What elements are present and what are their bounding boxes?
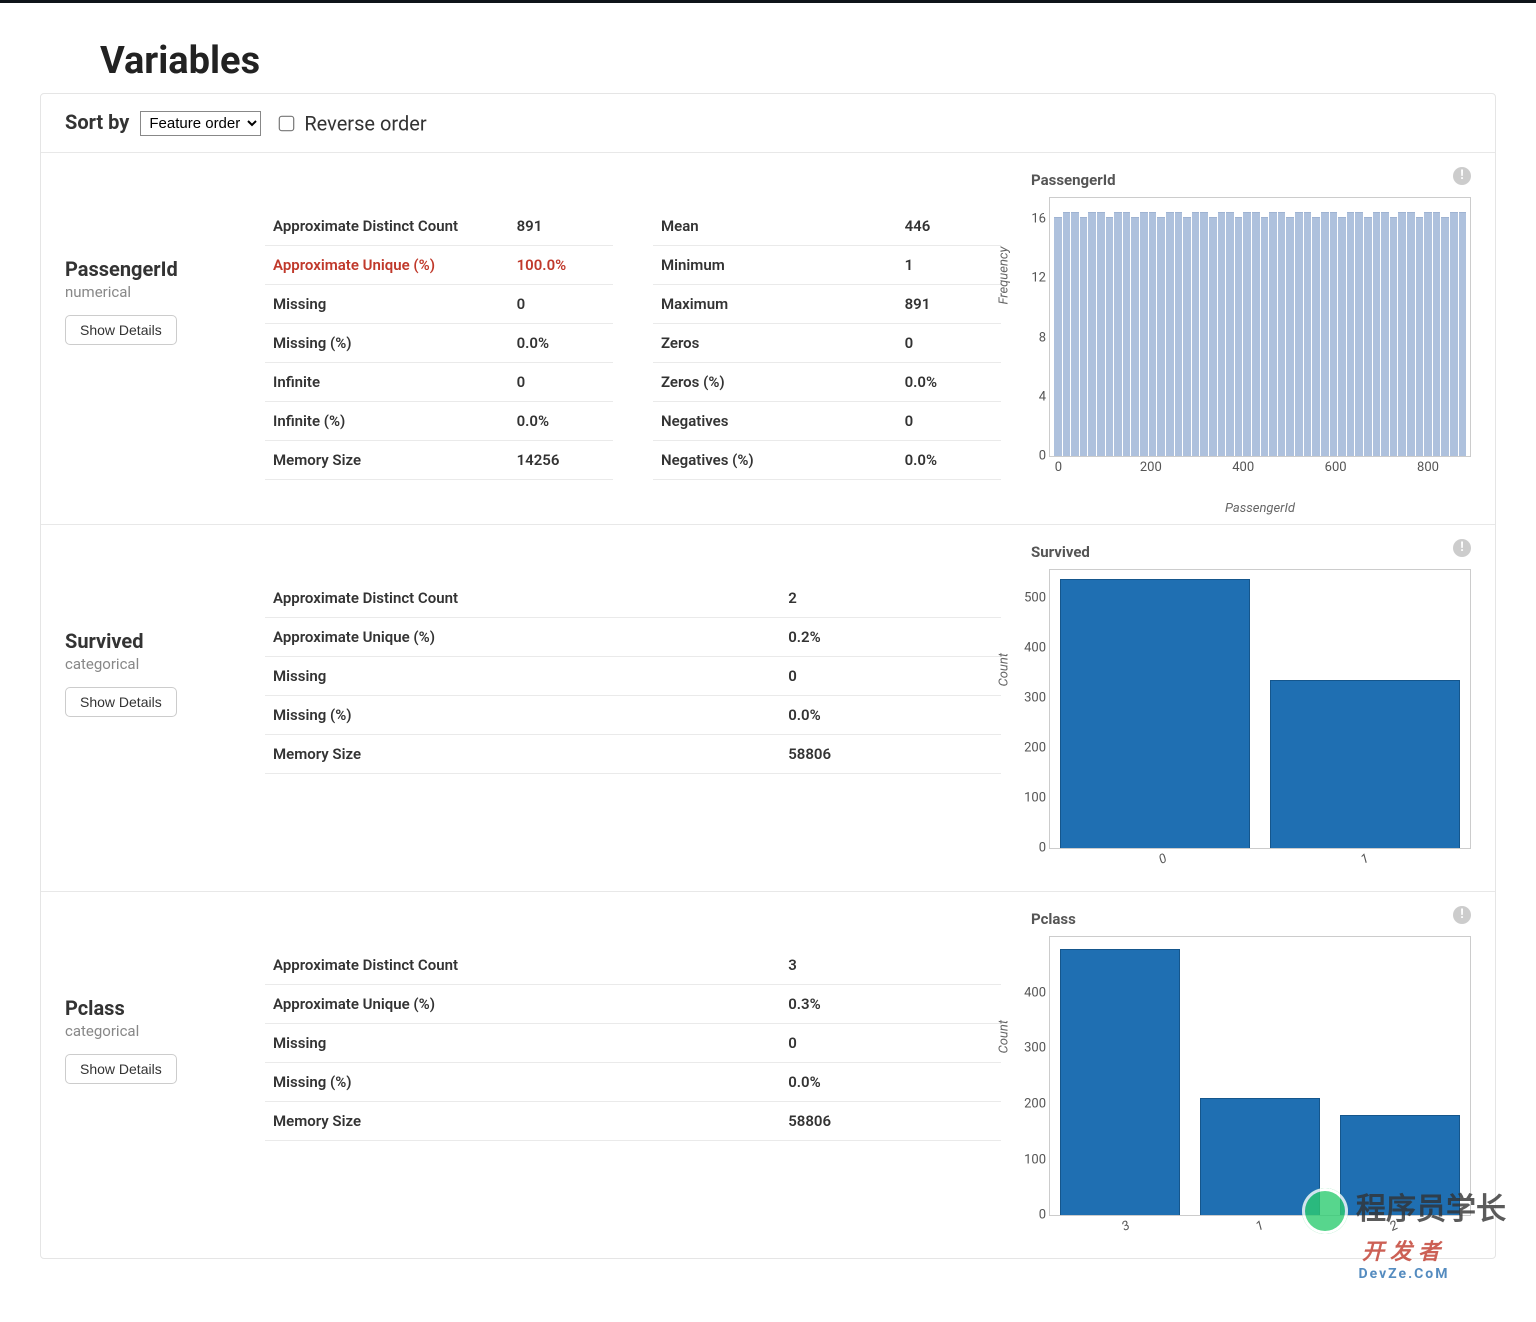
stat-row: Zeros0	[653, 324, 1001, 363]
reverse-order-label: Reverse order	[304, 112, 426, 136]
stat-row: Minimum1	[653, 246, 1001, 285]
variables-report: Sort by Feature order Reverse order Pass…	[40, 93, 1496, 1259]
stats-table: Approximate Distinct Count3 Approximate …	[265, 946, 1001, 1141]
variable-name: PassengerId	[65, 257, 265, 281]
stat-row: Negatives (%)0.0%	[653, 441, 1001, 480]
stat-row: Memory Size58806	[265, 1102, 1001, 1141]
y-ticks: 0 100 200 300 400 500	[1014, 570, 1046, 848]
stat-row: Memory Size14256	[265, 441, 613, 480]
stat-row: Missing0	[265, 1024, 1001, 1063]
variable-type: numerical	[65, 283, 265, 301]
stats-table-left: Approximate Distinct Count891 Approximat…	[265, 207, 613, 480]
stat-row: Approximate Unique (%)0.2%	[265, 618, 1001, 657]
histogram-bars	[1054, 204, 1466, 456]
y-axis-label: Count	[997, 653, 1012, 686]
stat-row: Missing0	[265, 657, 1001, 696]
bar-chart-bars	[1060, 576, 1460, 848]
stats-table: Approximate Distinct Count2 Approximate …	[265, 579, 1001, 774]
stat-row: Missing0	[265, 285, 613, 324]
chart-title-text: Survived	[1031, 543, 1090, 561]
chart-title-text: Pclass	[1031, 910, 1076, 928]
chart-survived: Survived ! Count 0 100 200 300 400 500	[1001, 539, 1471, 883]
stat-row: Approximate Distinct Count2	[265, 579, 1001, 618]
variable-name: Survived	[65, 629, 265, 653]
chart-passengerid: PassengerId ! Frequency 0 4 8 12 16 0	[1001, 167, 1471, 516]
stat-row: Missing (%)0.0%	[265, 324, 613, 363]
show-details-button[interactable]: Show Details	[65, 687, 177, 717]
sortby-select[interactable]: Feature order	[140, 111, 261, 136]
y-ticks: 0 4 8 12 16	[1014, 198, 1046, 456]
page-title: Variables	[100, 39, 1496, 83]
stat-row: Maximum891	[653, 285, 1001, 324]
sortby-label: Sort by	[65, 110, 129, 134]
info-icon[interactable]: !	[1453, 539, 1471, 557]
stat-row: Negatives0	[653, 402, 1001, 441]
info-icon[interactable]: !	[1453, 167, 1471, 185]
x-ticks: 0 200 400 600 800	[1050, 460, 1470, 480]
sort-bar: Sort by Feature order Reverse order	[41, 110, 1495, 152]
show-details-button[interactable]: Show Details	[65, 315, 177, 345]
variable-type: categorical	[65, 1022, 265, 1040]
variable-row-passengerid: PassengerId numerical Show Details Appro…	[41, 152, 1495, 524]
y-axis-label: Frequency	[997, 247, 1012, 305]
bar-chart-bars	[1060, 943, 1460, 1215]
stat-row: Approximate Distinct Count3	[265, 946, 1001, 985]
info-icon[interactable]: !	[1453, 906, 1471, 924]
stat-row: Infinite (%)0.0%	[265, 402, 613, 441]
y-ticks: 0 100 200 300 400	[1014, 937, 1046, 1215]
x-ticks: 3 1 2	[1050, 1219, 1470, 1239]
x-axis-label: PassengerId	[1049, 501, 1471, 516]
x-ticks: 0 1	[1050, 852, 1470, 872]
stat-row: Approximate Unique (%)100.0%	[265, 246, 613, 285]
stat-row: Missing (%)0.0%	[265, 696, 1001, 735]
variable-row-survived: Survived categorical Show Details Approx…	[41, 524, 1495, 891]
chart-title-text: PassengerId	[1031, 171, 1116, 189]
stat-row: Approximate Distinct Count891	[265, 207, 613, 246]
stats-table-right: Mean446 Minimum1 Maximum891 Zeros0 Zeros…	[653, 207, 1001, 480]
chart-pclass: Pclass ! Count 0 100 200 300 400	[1001, 906, 1471, 1250]
stat-row: Memory Size58806	[265, 735, 1001, 774]
stat-row: Missing (%)0.0%	[265, 1063, 1001, 1102]
stat-row: Mean446	[653, 207, 1001, 246]
stat-row: Infinite0	[265, 363, 613, 402]
show-details-button[interactable]: Show Details	[65, 1054, 177, 1084]
reverse-order-checkbox[interactable]	[279, 116, 295, 132]
variable-name: Pclass	[65, 996, 265, 1020]
stat-row: Approximate Unique (%)0.3%	[265, 985, 1001, 1024]
variable-type: categorical	[65, 655, 265, 673]
y-axis-label: Count	[997, 1020, 1012, 1053]
variable-row-pclass: Pclass categorical Show Details Approxim…	[41, 891, 1495, 1258]
stat-row: Zeros (%)0.0%	[653, 363, 1001, 402]
